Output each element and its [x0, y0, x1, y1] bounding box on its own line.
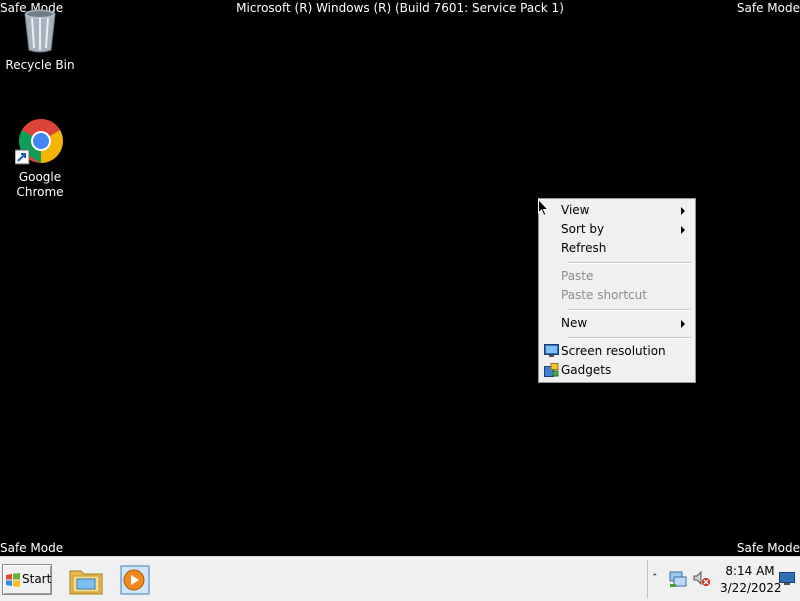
menu-item-view[interactable]: View [541, 201, 691, 220]
safe-mode-label-bottom-left: Safe Mode [0, 541, 64, 555]
menu-item-new[interactable]: New [541, 314, 691, 333]
build-info-text: Microsoft (R) Windows (R) (Build 7601: S… [236, 1, 564, 15]
show-hidden-icons-icon[interactable]: ˆ [652, 572, 658, 585]
mouse-cursor-icon [538, 199, 550, 217]
menu-item-label: Sort by [561, 222, 605, 236]
notification-area: ˆ 8:14 AM 3/22/2022 [647, 560, 798, 598]
desktop-icon-label: Google [18, 170, 62, 184]
menu-item-label: New [561, 316, 588, 330]
menu-item-label: Paste shortcut [561, 288, 647, 302]
menu-item-label: Screen resolution [561, 344, 666, 358]
menu-item-paste-shortcut: Paste shortcut [541, 286, 691, 305]
submenu-arrow-icon [681, 226, 685, 234]
desktop-icon-google-chrome[interactable]: Google Chrome [2, 118, 78, 200]
menu-item-label: Gadgets [561, 363, 612, 377]
submenu-arrow-icon [681, 320, 685, 328]
menu-item-screen-resolution[interactable]: Screen resolution [541, 342, 691, 361]
media-player-icon[interactable] [120, 565, 150, 595]
desktop-icon-label: Recycle Bin [5, 58, 75, 72]
desktop-context-menu: View Sort by Refresh Paste Paste shortcu… [538, 198, 696, 383]
desktop-icon-recycle-bin[interactable]: Recycle Bin [2, 6, 78, 73]
start-button[interactable]: Start [2, 564, 52, 595]
submenu-arrow-icon [681, 207, 685, 215]
clock-time[interactable]: 8:14 AM [724, 564, 776, 578]
menu-item-refresh[interactable]: Refresh [541, 239, 691, 258]
windows-logo-icon [6, 573, 20, 587]
menu-item-sort-by[interactable]: Sort by [541, 220, 691, 239]
show-desktop-icon[interactable] [779, 572, 795, 586]
menu-item-label: Paste [561, 269, 594, 283]
menu-item-label: Refresh [561, 241, 607, 255]
taskbar: Start ˆ 8:14 AM 3/22/2022 [0, 556, 800, 601]
menu-item-paste: Paste [541, 267, 691, 286]
chrome-icon [14, 119, 63, 165]
menu-item-gadgets[interactable]: Gadgets [541, 361, 691, 380]
windows-explorer-icon[interactable] [69, 565, 103, 595]
menu-separator [567, 337, 691, 339]
safe-mode-label-bottom-right: Safe Mode [736, 541, 800, 555]
recycle-bin-icon [24, 9, 56, 53]
menu-item-label: View [561, 203, 590, 217]
volume-muted-icon[interactable] [693, 571, 711, 587]
menu-separator [567, 262, 691, 264]
gadgets-icon [544, 363, 559, 377]
clock-date[interactable]: 3/22/2022 [720, 581, 782, 595]
start-button-label: Start [22, 572, 52, 586]
monitor-icon [544, 344, 559, 357]
network-icon[interactable] [669, 570, 687, 588]
desktop-icon-label: Chrome [16, 185, 64, 199]
menu-separator [567, 309, 691, 311]
